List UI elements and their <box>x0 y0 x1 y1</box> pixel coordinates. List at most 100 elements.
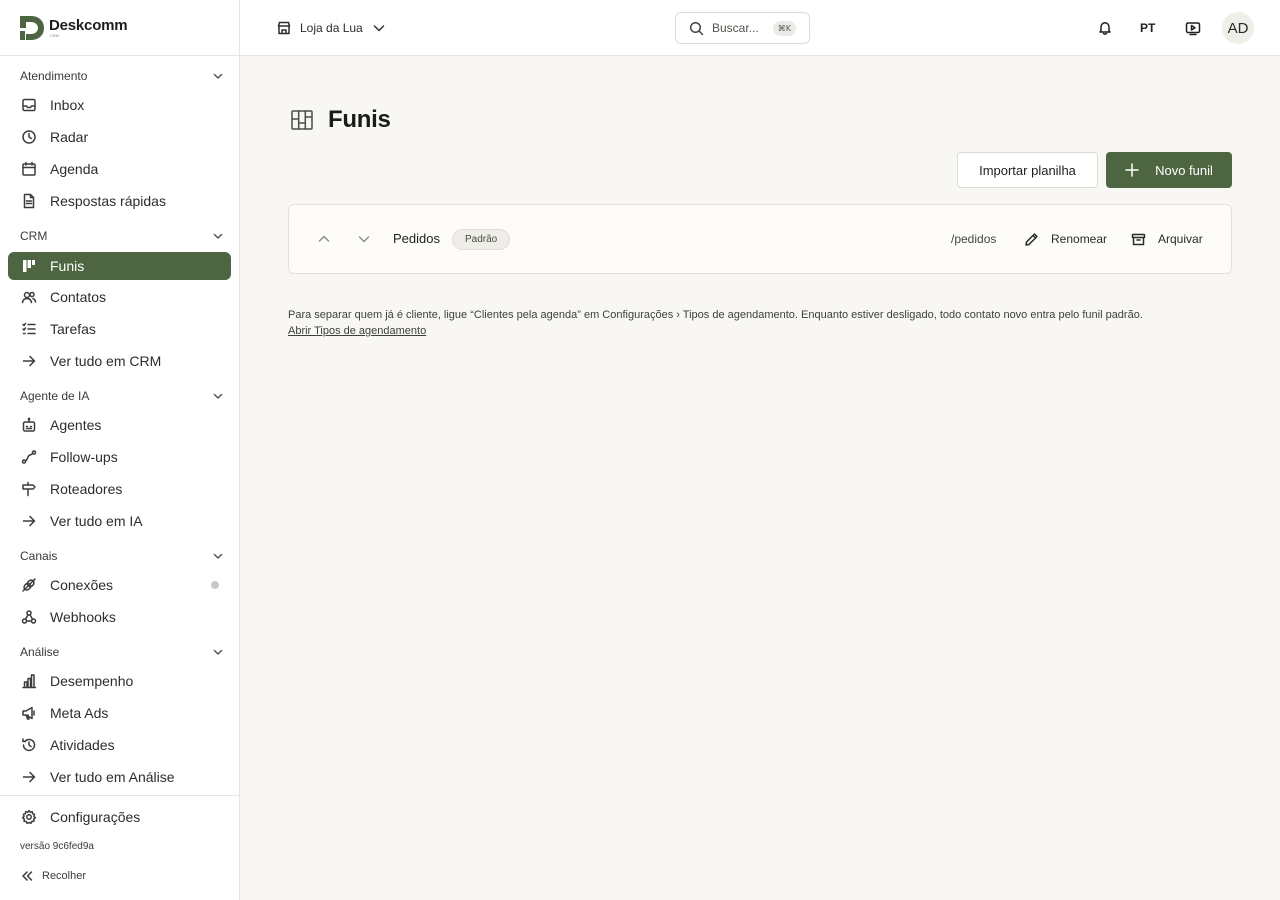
top-bar: Loja da Lua Buscar... ⌘K PT AD <box>240 0 1280 56</box>
section-title: Agente de IA <box>20 389 90 403</box>
document-icon <box>23 193 35 209</box>
sidebar-item-inbox[interactable]: Inbox <box>8 91 231 119</box>
inbox-icon <box>22 98 36 112</box>
page-header: Funis <box>290 106 391 134</box>
collapse-label: Recolher <box>42 870 87 882</box>
sidebar-item-desempenho[interactable]: Desempenho <box>8 667 231 695</box>
logo-subtitle: CRM <box>50 33 60 38</box>
bot-icon <box>22 417 36 432</box>
new-funnel-label: Novo funil <box>1155 162 1213 178</box>
sidebar-item-webhooks[interactable]: Webhooks <box>8 603 231 631</box>
store-selector[interactable]: Loja da Lua <box>277 17 386 39</box>
megaphone-icon <box>22 706 35 720</box>
sidebar-item-agentes[interactable]: Agentes <box>8 411 231 439</box>
bell-icon <box>1099 22 1111 35</box>
kanban-icon <box>23 260 35 272</box>
archive-button[interactable]: Arquivar <box>1131 230 1203 248</box>
sidebar-item-atividades[interactable]: Atividades <box>8 731 231 759</box>
section-title: CRM <box>20 229 48 243</box>
chevron-down-icon <box>213 233 223 239</box>
sidebar-item-configuracoes[interactable]: Configurações <box>8 803 231 831</box>
route-icon <box>21 450 37 464</box>
page-title: Funis <box>328 106 391 133</box>
plus-icon <box>1125 163 1139 177</box>
sidebar-item-roteadores[interactable]: Roteadores <box>8 475 231 503</box>
notifications-button[interactable] <box>1097 13 1113 43</box>
sidebar-item-ver-tudo-analise[interactable]: Ver tudo em Análise <box>8 763 231 791</box>
sidebar-item-meta-ads[interactable]: Meta Ads <box>8 699 231 727</box>
import-spreadsheet-button[interactable]: Importar planilha <box>957 152 1098 188</box>
sidebar-item-follow-ups[interactable]: Follow-ups <box>8 443 231 471</box>
sidebar-item-label: Respostas rápidas <box>50 193 166 209</box>
sidebar-item-label: Desempenho <box>50 673 134 689</box>
sidebar-item-label: Configurações <box>50 809 141 825</box>
archive-label: Arquivar <box>1158 232 1203 246</box>
sidebar-item-label: Tarefas <box>50 321 96 337</box>
search-button[interactable]: Buscar... ⌘K <box>675 12 810 44</box>
sidebar-item-tarefas[interactable]: Tarefas <box>8 315 231 343</box>
chevron-down-icon <box>373 25 384 32</box>
sidebar-item-agenda[interactable]: Agenda <box>8 155 231 183</box>
sidebar-item-label: Follow-ups <box>50 449 118 465</box>
sidebar-item-label: Roteadores <box>50 481 123 497</box>
calendar-icon <box>22 161 36 176</box>
avatar[interactable]: AD <box>1222 12 1254 44</box>
collapse-sidebar-button[interactable]: Recolher <box>20 868 86 884</box>
move-down-icon[interactable] <box>357 232 371 246</box>
new-funnel-button[interactable]: Novo funil <box>1106 152 1232 188</box>
section-title: Atendimento <box>20 69 88 83</box>
language-selector[interactable]: PT <box>1140 13 1155 43</box>
help-text: Para separar quem já é cliente, ligue “C… <box>288 309 1143 321</box>
chevron-down-icon <box>213 393 223 399</box>
arrow-right-icon <box>22 355 36 367</box>
open-scheduling-types-link[interactable]: Abrir Tipos de agendamento <box>288 323 426 339</box>
sidebar-item-conexoes[interactable]: Conexões <box>8 571 231 599</box>
tutorials-button[interactable] <box>1185 13 1201 43</box>
search-placeholder: Buscar... <box>712 21 759 35</box>
sidebar-item-label: Ver tudo em Análise <box>50 769 175 785</box>
default-badge: Padrão <box>452 229 511 250</box>
store-name: Loja da Lua <box>300 21 363 35</box>
logo[interactable]: Deskcomm CRM <box>0 0 239 56</box>
funnel-name: Pedidos <box>393 231 440 246</box>
search-shortcut-badge: ⌘K <box>772 20 796 36</box>
sidebar-item-label: Ver tudo em CRM <box>50 353 162 369</box>
sidebar-divider <box>0 795 239 796</box>
store-icon <box>277 21 291 35</box>
checklist-icon <box>22 322 36 335</box>
section-title: Análise <box>20 645 60 659</box>
chevrons-left-icon <box>22 871 33 881</box>
section-atendimento[interactable]: Atendimento <box>20 66 224 86</box>
version-label: versão 9c6fed9a <box>20 841 94 852</box>
deskcomm-logo-icon <box>20 16 44 40</box>
sidebar: Deskcomm CRM Atendimento Inbox Radar Age… <box>0 0 240 900</box>
section-canais[interactable]: Canais <box>20 546 224 566</box>
chevron-down-icon <box>213 649 223 655</box>
sidebar-item-label: Agenda <box>50 161 99 177</box>
sidebar-item-label: Radar <box>50 129 89 145</box>
plug-off-icon <box>22 578 36 592</box>
sidebar-item-radar[interactable]: Radar <box>8 123 231 151</box>
signpost-icon <box>22 481 36 497</box>
sidebar-item-label: Meta Ads <box>50 705 109 721</box>
chevron-down-icon <box>213 73 223 79</box>
sidebar-item-label: Contatos <box>50 289 107 305</box>
section-title: Canais <box>20 549 58 563</box>
sidebar-item-label: Webhooks <box>50 609 116 625</box>
sidebar-item-label: Conexões <box>50 577 114 593</box>
rename-button[interactable]: Renomear <box>1024 230 1107 248</box>
rename-label: Renomear <box>1051 232 1108 246</box>
section-agente-ia[interactable]: Agente de IA <box>20 386 224 406</box>
section-crm[interactable]: CRM <box>20 226 224 246</box>
history-icon <box>22 738 36 752</box>
sidebar-item-contatos[interactable]: Contatos <box>8 283 231 311</box>
sidebar-item-ver-tudo-ia[interactable]: Ver tudo em IA <box>8 507 231 535</box>
sidebar-item-respostas-rapidas[interactable]: Respostas rápidas <box>8 187 231 215</box>
sidebar-item-label: Funis <box>50 258 85 274</box>
section-analise[interactable]: Análise <box>20 642 224 662</box>
sidebar-item-funis[interactable]: Funis <box>8 252 231 280</box>
sidebar-item-ver-tudo-crm[interactable]: Ver tudo em CRM <box>8 347 231 375</box>
gear-icon <box>21 809 37 825</box>
move-up-icon[interactable] <box>317 232 331 246</box>
funnel-row: Pedidos Padrão /pedidos Renomear Arquiva… <box>288 204 1232 274</box>
